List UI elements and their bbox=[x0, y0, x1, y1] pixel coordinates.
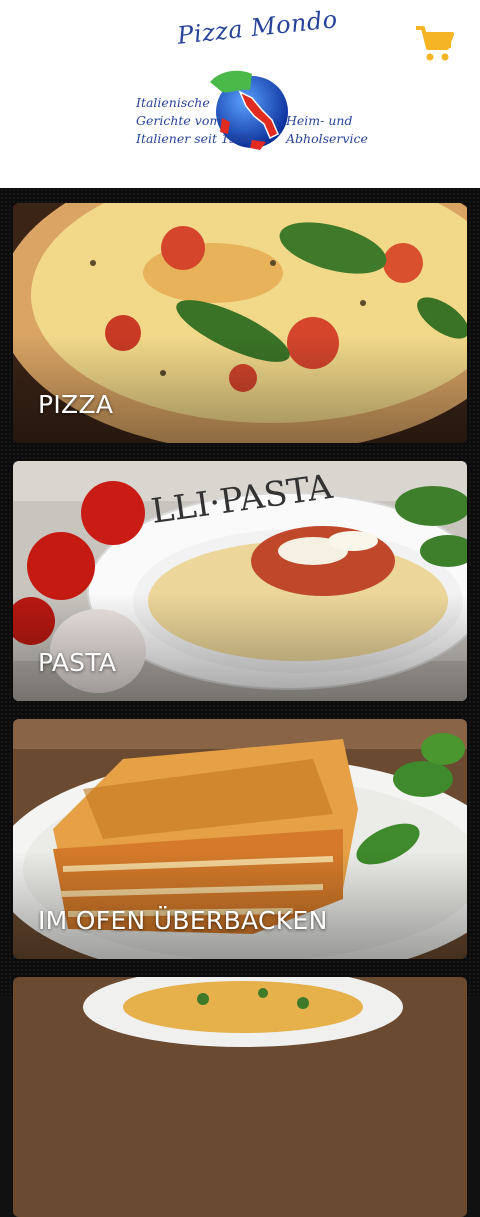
logo-line: Abholservice bbox=[286, 131, 368, 146]
category-card-im-ofen-ueberbacken[interactable]: IM OFEN ÜBERBACKEN bbox=[13, 719, 467, 959]
app-header: Pizza Mondo Italienische Gerichte vom It… bbox=[0, 0, 480, 188]
category-card-pizza[interactable]: PIZZA bbox=[13, 203, 467, 443]
logo-tagline-left: Italienische Gerichte vom Italiener seit… bbox=[136, 94, 253, 148]
baked-dish-photo bbox=[13, 977, 467, 1217]
category-label: PIZZA bbox=[38, 390, 114, 419]
shopping-cart-icon bbox=[416, 26, 454, 61]
pizza-mondo-logo[interactable]: Pizza Mondo Italienische Gerichte vom It… bbox=[130, 5, 368, 162]
logo-line: Italiener seit 1996 bbox=[136, 131, 253, 146]
category-label: PASTA bbox=[38, 648, 117, 677]
logo-tagline-right: Heim- und Abholservice bbox=[286, 112, 368, 148]
logo-line: Gerichte vom bbox=[136, 113, 222, 128]
cart-button[interactable] bbox=[414, 24, 454, 64]
category-card-baked-dish[interactable] bbox=[13, 977, 467, 1217]
logo-line: Heim- und bbox=[286, 113, 353, 128]
category-label: IM OFEN ÜBERBACKEN bbox=[38, 906, 328, 935]
logo-line: Italienische bbox=[136, 95, 210, 110]
category-card-pasta[interactable]: LLI·PASTA PASTA bbox=[13, 461, 467, 701]
category-list[interactable]: PIZZA LLI·PASTA PASTA bbox=[0, 188, 480, 1217]
logo-brand: Pizza Mondo bbox=[176, 5, 339, 50]
